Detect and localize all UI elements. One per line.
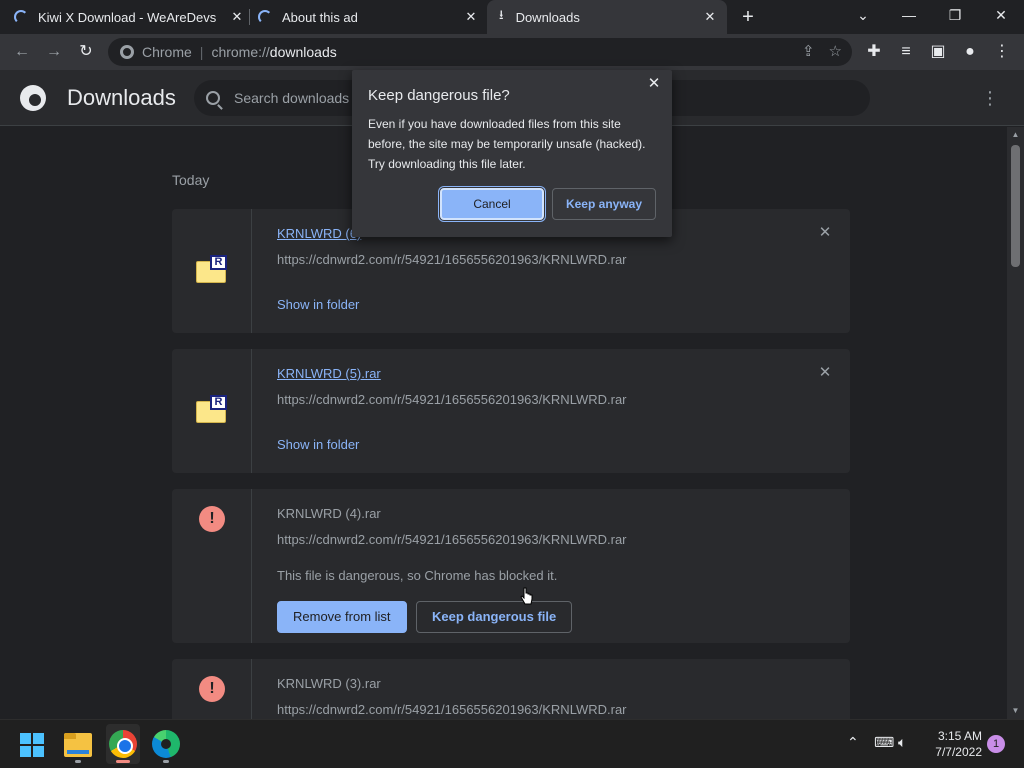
omnibox-host: downloads <box>269 44 337 60</box>
active-indicator <box>116 760 130 763</box>
forward-arrow-icon[interactable]: → <box>42 40 66 64</box>
browser-toolbar: ← → ↻ Chrome | chrome://downloads ⇪ ☆ ✚ … <box>0 34 1024 70</box>
chrome-logo-icon <box>20 85 46 111</box>
file-icon-column: R <box>172 349 252 473</box>
network-icon[interactable]: ⌨ <box>874 734 894 751</box>
omnibox-label: Chrome <box>142 44 192 60</box>
hand-cursor-icon <box>520 587 533 605</box>
media-control-icon[interactable]: ≡ <box>894 40 918 64</box>
window-close-icon[interactable]: ✕ <box>978 0 1024 30</box>
reload-icon[interactable]: ↻ <box>74 40 98 64</box>
new-tab-plus-icon[interactable]: + <box>739 5 757 29</box>
back-arrow-icon[interactable]: ← <box>10 40 34 64</box>
tab-title: Kiwi X Download - WeAreDevs <box>38 9 217 25</box>
file-url[interactable]: https://cdnwrd2.com/r/54921/165655620196… <box>277 702 627 717</box>
show-in-folder-link[interactable]: Show in folder <box>277 297 359 312</box>
tab-downloads[interactable]: ⭳ Downloads ✕ <box>487 0 727 34</box>
download-item: R KRNLWRD (5).rar https://cdnwrd2.com/r/… <box>172 349 850 473</box>
minimize-icon[interactable]: — <box>886 0 932 30</box>
windows-taskbar: ⌃ ⌨ 🔈︎ 3:15 AM 7/7/2022 1 <box>0 719 1024 768</box>
windows-start-icon[interactable] <box>20 733 44 757</box>
chrome-icon <box>120 45 134 59</box>
clock-time: 3:15 AM <box>937 729 982 743</box>
tab-title: Downloads <box>515 9 580 25</box>
clock-date: 7/7/2022 <box>935 745 982 759</box>
remove-item-close-icon[interactable]: ✕ <box>818 225 832 240</box>
keep-dangerous-file-button[interactable]: Keep dangerous file <box>416 601 573 633</box>
scroll-down-arrow-icon[interactable]: ▼ <box>1011 707 1020 715</box>
rar-file-icon: R <box>196 255 228 283</box>
profile-avatar-icon[interactable]: ● <box>958 40 982 64</box>
dialog-title: Keep dangerous file? <box>368 87 510 104</box>
show-in-folder-link[interactable]: Show in folder <box>277 437 359 452</box>
tab-kiwi-x-download[interactable]: Kiwi X Download - WeAreDevs ✕ <box>14 0 244 34</box>
keep-dangerous-file-dialog: Keep dangerous file? ✕ Even if you have … <box>352 70 672 237</box>
volume-icon[interactable]: 🔈︎ <box>898 734 906 751</box>
address-bar[interactable]: Chrome | chrome://downloads ⇪ ☆ <box>108 38 852 66</box>
edge-taskbar-icon[interactable] <box>152 730 180 758</box>
omnibox-divider: | <box>199 44 204 60</box>
loading-spinner-icon <box>258 10 272 24</box>
rar-file-icon: R <box>196 395 228 423</box>
system-clock[interactable]: 3:15 AM 7/7/2022 <box>930 728 982 760</box>
tab-close-icon[interactable]: ✕ <box>230 9 244 25</box>
restore-icon[interactable]: ❐ <box>932 0 978 30</box>
running-indicator <box>163 760 169 763</box>
file-name-link[interactable]: KRNLWRD (5).rar <box>277 366 381 381</box>
danger-warning-text: This file is dangerous, so Chrome has bl… <box>277 568 558 583</box>
date-heading: Today <box>172 172 210 188</box>
file-name: KRNLWRD (4).rar <box>277 506 381 521</box>
more-actions-icon[interactable]: ⋮ <box>980 86 1000 110</box>
file-name: KRNLWRD (3).rar <box>277 676 381 691</box>
tab-separator <box>249 9 250 25</box>
tab-close-icon[interactable]: ✕ <box>464 9 478 25</box>
file-icon-column: ! <box>172 489 252 643</box>
notification-badge[interactable]: 1 <box>987 735 1005 753</box>
omnibox-scheme: chrome:// <box>211 44 270 60</box>
chrome-taskbar-icon[interactable] <box>109 730 137 758</box>
file-icon-column: R <box>172 209 252 333</box>
bookmark-star-icon[interactable]: ☆ <box>829 42 842 60</box>
download-icon: ⭳ <box>499 7 504 22</box>
tab-search-chevron-icon[interactable]: ⌄ <box>840 0 886 30</box>
file-url[interactable]: https://cdnwrd2.com/r/54921/165655620196… <box>277 532 627 547</box>
scroll-thumb[interactable] <box>1011 145 1020 267</box>
keep-anyway-button[interactable]: Keep anyway <box>552 188 656 220</box>
chrome-menu-icon[interactable]: ⋮ <box>990 40 1014 64</box>
page-scrollbar[interactable]: ▲ ▼ <box>1007 127 1024 719</box>
page-title: Downloads <box>67 85 176 110</box>
scroll-up-arrow-icon[interactable]: ▲ <box>1011 131 1020 139</box>
tray-overflow-chevron-icon[interactable]: ⌃ <box>847 734 859 751</box>
running-indicator <box>75 760 81 763</box>
share-icon[interactable]: ⇪ <box>802 42 815 60</box>
tab-close-icon[interactable]: ✕ <box>703 9 717 25</box>
cancel-button[interactable]: Cancel <box>440 188 544 220</box>
loading-spinner-icon <box>14 10 28 24</box>
warning-exclamation-icon: ! <box>199 506 225 532</box>
extensions-puzzle-icon[interactable]: ✚ <box>862 40 886 64</box>
warning-exclamation-icon: ! <box>199 676 225 702</box>
dialog-message: Even if you have downloaded files from t… <box>368 117 646 171</box>
tab-strip: Kiwi X Download - WeAreDevs ✕ About this… <box>0 0 1024 34</box>
dialog-close-icon[interactable]: ✕ <box>646 74 662 92</box>
file-icon-column: ! <box>172 659 252 719</box>
remove-from-list-button[interactable]: Remove from list <box>277 601 407 633</box>
side-panel-icon[interactable]: ▣ <box>926 40 950 64</box>
download-item-dangerous: ! KRNLWRD (3).rar https://cdnwrd2.com/r/… <box>172 659 850 719</box>
omnibox-actions: ⇪ ☆ <box>802 42 842 60</box>
file-url[interactable]: https://cdnwrd2.com/r/54921/165655620196… <box>277 392 627 407</box>
file-url[interactable]: https://cdnwrd2.com/r/54921/165655620196… <box>277 252 627 267</box>
file-name-link[interactable]: KRNLWRD (6) <box>277 226 361 241</box>
remove-item-close-icon[interactable]: ✕ <box>818 365 832 380</box>
search-icon <box>206 91 220 105</box>
download-item-dangerous: ! KRNLWRD (4).rar https://cdnwrd2.com/r/… <box>172 489 850 643</box>
tab-title: About this ad <box>282 9 358 25</box>
file-explorer-icon[interactable] <box>64 733 92 757</box>
tab-about-this-ad[interactable]: About this ad ✕ <box>258 0 478 34</box>
